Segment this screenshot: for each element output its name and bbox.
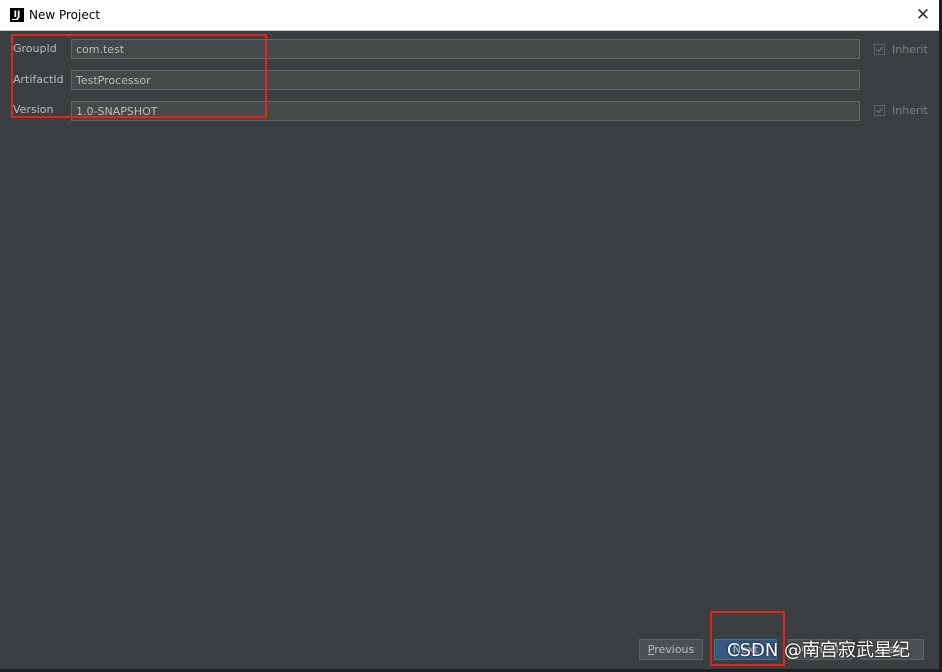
version-inherit-label: Inherit: [892, 103, 928, 117]
artifactid-label: ArtifactId: [13, 73, 64, 86]
intellij-idea-icon: IJ: [10, 8, 24, 22]
groupid-inherit-checkbox[interactable]: Inherit: [874, 42, 928, 56]
checkmark-icon: [876, 46, 883, 53]
close-icon: ✕: [915, 5, 931, 25]
watermark: CSDN @南宫寂武星纪: [727, 640, 911, 661]
version-inherit-checkbox[interactable]: Inherit: [874, 103, 928, 117]
groupid-inherit-label: Inherit: [892, 42, 928, 56]
groupid-inherit-check: [874, 43, 885, 55]
artifactid-input[interactable]: [71, 70, 860, 90]
window-title: New Project: [29, 8, 101, 22]
previous-button[interactable]: Previous: [639, 639, 703, 660]
title-bar: IJ New Project ✕: [0, 0, 942, 31]
groupid-input[interactable]: [71, 39, 860, 59]
version-inherit-check: [874, 104, 885, 116]
version-input[interactable]: [71, 101, 860, 121]
close-button[interactable]: ✕: [912, 4, 934, 26]
version-label: Version: [13, 103, 54, 116]
previous-label: revious: [654, 643, 695, 656]
groupid-label: GroupId: [13, 42, 57, 55]
checkmark-icon: [876, 107, 883, 114]
dialog-content: GroupId Inherit ArtifactId Version Inher…: [3, 31, 939, 669]
